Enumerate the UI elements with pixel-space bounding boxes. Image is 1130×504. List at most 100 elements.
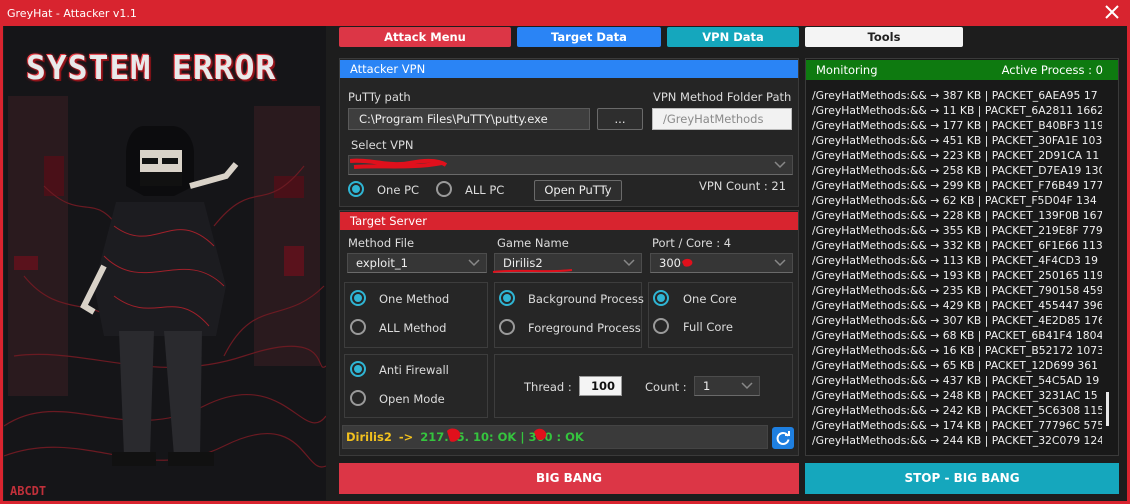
tab-vpn-data[interactable]: VPN Data [667,27,799,47]
log-line: /GreyHatMethods:&& → 258 KB | PACKET_D7E… [812,164,1102,177]
chevron-down-icon [774,161,786,169]
tab-attack-menu[interactable]: Attack Menu [339,27,511,47]
putty-path-field[interactable]: C:\Program Files\PuTTY\putty.exe [348,108,590,130]
one-core-label: One Core [683,292,737,306]
redaction-scribble [350,158,448,169]
refresh-icon [776,431,790,445]
chevron-down-icon [774,259,786,267]
tab-target-data[interactable]: Target Data [517,27,661,47]
hacker-artwork: SYSTEM ERROR ABCDT [4,26,326,500]
foreground-process-label: Foreground Process [528,321,641,335]
log-line: /GreyHatMethods:&& → 177 KB | PACKET_B40… [812,119,1102,132]
log-line: /GreyHatMethods:&& → 429 KB | PACKET_455… [812,299,1102,312]
count-label: Count : [645,380,687,394]
log-line: /GreyHatMethods:&& → 113 KB | PACKET_4F4… [812,254,1099,267]
log-line: /GreyHatMethods:&& → 437 KB | PACKET_54C… [812,374,1100,387]
open-mode-label: Open Mode [379,392,445,406]
monitoring-header: Monitoring Active Process : 0 [806,60,1118,80]
monitoring-scrollbar[interactable] [1103,88,1113,448]
count-dropdown[interactable]: 1 [694,376,760,396]
log-line: /GreyHatMethods:&& → 244 KB | PACKET_32C… [812,434,1102,447]
red-underline [492,269,573,273]
log-line: /GreyHatMethods:&& → 193 KB | PACKET_250… [812,269,1102,282]
log-line: /GreyHatMethods:&& → 235 KB | PACKET_790… [812,284,1102,297]
log-line: /GreyHatMethods:&& → 387 KB | PACKET_6AE… [812,89,1098,102]
log-line: /GreyHatMethods:&& → 228 KB | PACKET_139… [812,209,1102,222]
one-method-label: One Method [379,292,450,306]
full-core-label: Full Core [683,320,733,334]
all-method-label: ALL Method [379,321,447,335]
monitoring-log[interactable]: /GreyHatMethods:&& → 387 KB | PACKET_6AE… [812,88,1102,448]
monitoring-title: Monitoring [816,63,878,77]
log-line: /GreyHatMethods:&& → 451 KB | PACKET_30F… [812,134,1102,147]
log-line: /GreyHatMethods:&& → 174 KB | PACKET_777… [812,419,1102,432]
anti-firewall-label: Anti Firewall [379,363,449,377]
vpn-count-label: VPN Count : 21 [699,179,787,193]
redaction-mark [534,428,547,441]
all-pc-radio[interactable] [436,181,452,197]
open-putty-button[interactable]: Open PuTTy [534,180,622,201]
thread-input[interactable]: 100 [579,376,622,396]
one-core-radio[interactable] [653,290,669,306]
log-line: /GreyHatMethods:&& → 242 KB | PACKET_5C6… [812,404,1102,417]
log-line: /GreyHatMethods:&& → 62 KB | PACKET_F5D0… [812,194,1097,207]
thread-label: Thread : [524,380,572,394]
vpn-folder-field[interactable]: /GreyHatMethods [652,108,792,130]
method-file-label: Method File [348,236,415,250]
chevron-down-icon [741,382,753,390]
refresh-button[interactable] [772,427,794,449]
log-line: /GreyHatMethods:&& → 307 KB | PACKET_4E2… [812,314,1102,327]
attacker-vpn-header: Attacker VPN [340,60,798,78]
window-title: GreyHat - Attacker v1.1 [7,6,137,20]
target-server-header: Target Server [340,212,798,230]
log-line: /GreyHatMethods:&& → 16 KB | PACKET_B521… [812,344,1102,357]
big-bang-button[interactable]: BIG BANG [339,463,799,494]
putty-path-label: PuTTy path [348,90,411,104]
redaction-mark [447,428,461,442]
port-value: 300 [659,256,681,270]
all-pc-label: ALL PC [465,183,505,197]
tab-tools[interactable]: Tools [805,27,963,47]
scroll-thumb[interactable] [1106,392,1109,426]
full-core-radio[interactable] [653,318,669,334]
vpn-folder-label: VPN Method Folder Path [653,90,792,104]
redaction-mark [682,258,693,267]
all-method-radio[interactable] [350,319,366,335]
log-line: /GreyHatMethods:&& → 299 KB | PACKET_F76… [812,179,1102,192]
port-dropdown[interactable]: 300 [650,253,793,273]
title-bar: GreyHat - Attacker v1.1 [0,0,1130,26]
artist-tag: ABCDT [10,484,47,498]
close-icon[interactable] [1102,2,1122,22]
log-line: /GreyHatMethods:&& → 68 KB | PACKET_6B41… [812,329,1102,342]
method-file-value: exploit_1 [356,256,408,270]
one-pc-label: One PC [377,183,420,197]
count-value: 1 [703,379,711,393]
log-line: /GreyHatMethods:&& → 332 KB | PACKET_6F1… [812,239,1102,252]
stop-big-bang-button[interactable]: STOP - BIG BANG [805,463,1119,494]
active-process-count: Active Process : 0 [1001,63,1103,77]
status-arrow: -> [398,430,414,444]
background-process-label: Background Process [528,292,644,306]
system-error-sign: SYSTEM ERROR [26,48,277,87]
chevron-down-icon [468,259,480,267]
hacker-illustration [4,26,326,500]
port-core-label: Port / Core : 4 [652,236,732,250]
foreground-process-radio[interactable] [499,319,515,335]
game-name-label: Game Name [497,236,569,250]
chevron-down-icon [623,259,635,267]
log-line: /GreyHatMethods:&& → 355 KB | PACKET_219… [812,224,1102,237]
one-pc-radio[interactable] [348,181,364,197]
method-file-dropdown[interactable]: exploit_1 [347,253,487,273]
log-line: /GreyHatMethods:&& → 11 KB | PACKET_6A28… [812,104,1102,117]
browse-button[interactable]: ... [597,108,643,130]
anti-firewall-radio[interactable] [350,361,366,377]
open-mode-radio[interactable] [350,390,366,406]
background-process-radio[interactable] [499,290,515,306]
log-line: /GreyHatMethods:&& → 248 KB | PACKET_323… [812,389,1098,402]
log-line: /GreyHatMethods:&& → 65 KB | PACKET_12D6… [812,359,1099,372]
status-game-name: Dirilis2 [346,430,392,444]
one-method-radio[interactable] [350,290,366,306]
select-vpn-label: Select VPN [351,138,414,152]
log-line: /GreyHatMethods:&& → 223 KB | PACKET_2D9… [812,149,1100,162]
status-bar: Dirilis2 -> 217.65. 10: OK | 300 : OK [342,425,768,449]
